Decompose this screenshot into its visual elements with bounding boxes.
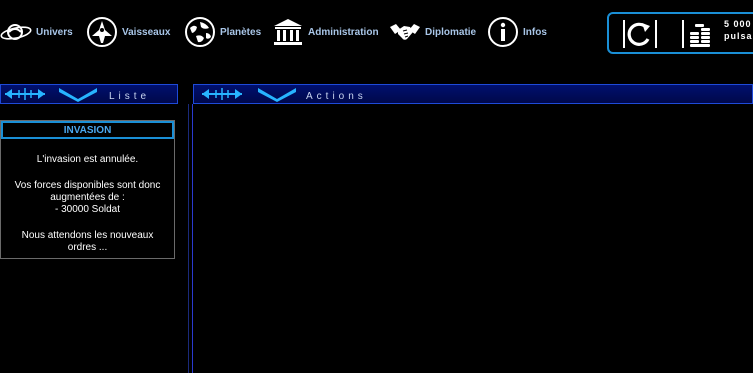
nav-diplomatie-label: Diplomatie	[425, 26, 477, 38]
nav-infos[interactable]: Infos	[487, 14, 547, 50]
galaxy-icon	[0, 24, 32, 40]
nav-planetes-label: Planètes	[220, 26, 262, 38]
resource-amount: 5 000 pulsa	[724, 18, 753, 42]
nav-vaisseaux-label: Vaisseaux	[122, 26, 171, 38]
resource-value: 5 000	[724, 19, 752, 29]
nav-administration-label: Administration	[308, 26, 379, 38]
invasion-forces-value: - 30000 Soldat	[54, 204, 121, 215]
expand-horizontal-icon[interactable]	[3, 86, 47, 102]
invasion-orders-text: Nous attendons les nouveaux ordres ...	[21, 230, 154, 253]
nav-planetes[interactable]: Planètes	[184, 14, 261, 50]
nav-univers[interactable]: Univers	[0, 14, 73, 50]
refresh-icon[interactable]	[621, 18, 659, 50]
nav-diplomatie[interactable]: Diplomatie	[389, 14, 476, 50]
nav-infos-label: Infos	[523, 26, 547, 38]
info-icon	[488, 17, 518, 47]
collapse-chevron-icon[interactable]	[57, 86, 99, 102]
planet-icon	[185, 17, 215, 47]
actions-panel-header: Actions	[193, 84, 753, 104]
invasion-title: INVASION	[1, 121, 174, 139]
list-panel-header: Liste	[0, 84, 178, 104]
invasion-message-box: INVASION L'invasion est annulée. Vos for…	[0, 120, 175, 259]
list-panel-title: Liste	[109, 91, 151, 102]
nav-vaisseaux[interactable]: Vaisseaux	[86, 14, 170, 50]
list-panel-divider	[188, 104, 189, 373]
invasion-status-text: L'invasion est annulée.	[36, 154, 139, 165]
coins-icon	[682, 20, 710, 48]
invasion-message: L'invasion est annulée. Vos forces dispo…	[1, 154, 174, 254]
invasion-forces-text: Vos forces disponibles sont donc augment…	[14, 180, 161, 203]
resource-unit: pulsa	[724, 31, 753, 41]
spaceship-icon	[87, 17, 117, 47]
actions-panel-title: Actions	[306, 91, 367, 102]
handshake-icon	[390, 24, 420, 40]
resource-box: 5 000 pulsa	[607, 12, 753, 54]
nav-univers-label: Univers	[36, 26, 73, 38]
nav-administration[interactable]: Administration	[272, 14, 379, 50]
expand-horizontal-icon[interactable]	[200, 86, 244, 102]
actions-panel-body	[192, 104, 753, 373]
page: Univers Vaisseaux Planètes Administratio…	[0, 0, 753, 373]
government-building-icon	[274, 19, 302, 45]
collapse-chevron-icon[interactable]	[256, 86, 298, 102]
